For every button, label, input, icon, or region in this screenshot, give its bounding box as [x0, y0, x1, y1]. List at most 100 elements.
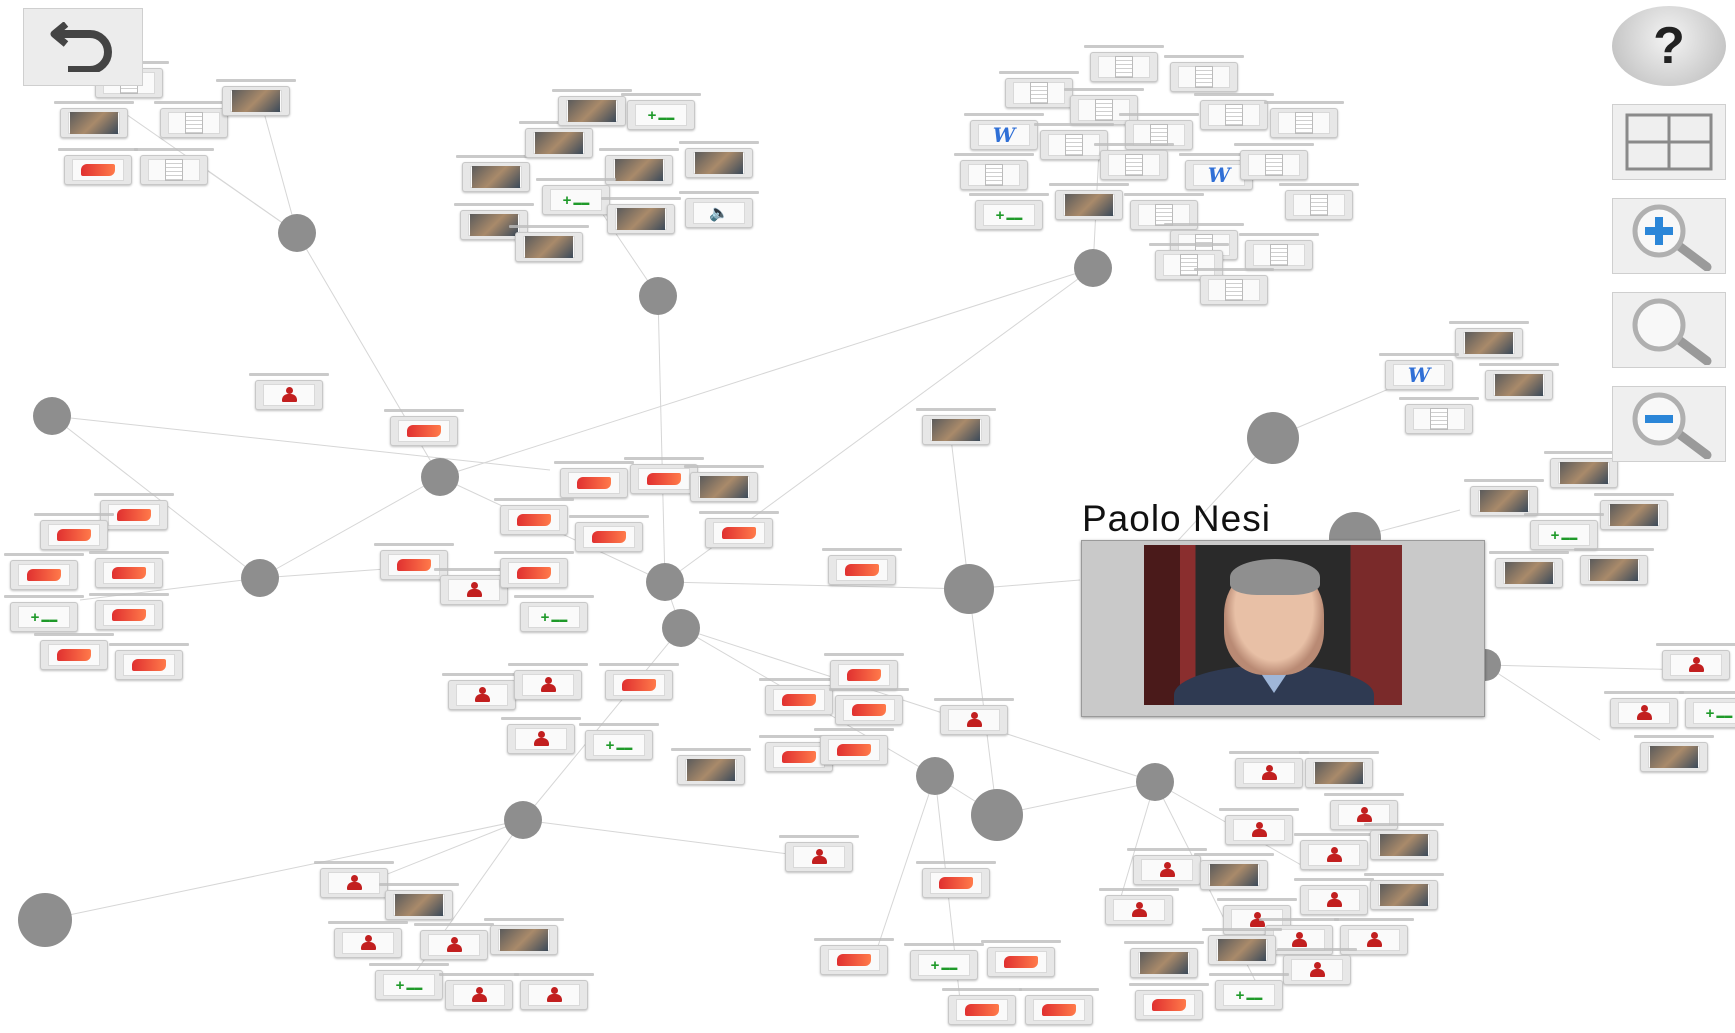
- content-node[interactable]: [1130, 948, 1198, 978]
- content-node[interactable]: [685, 148, 753, 178]
- content-node[interactable]: [1245, 240, 1313, 270]
- zoom-reset-button[interactable]: [1612, 292, 1726, 368]
- content-node[interactable]: [987, 947, 1055, 977]
- content-node[interactable]: [607, 204, 675, 234]
- content-node[interactable]: [1405, 404, 1473, 434]
- content-node[interactable]: + ▬▬: [627, 100, 695, 130]
- content-node[interactable]: [380, 550, 448, 580]
- content-node[interactable]: [160, 108, 228, 138]
- content-node[interactable]: [922, 415, 990, 445]
- graph-node[interactable]: [971, 789, 1023, 841]
- content-node[interactable]: [1455, 328, 1523, 358]
- content-node[interactable]: [10, 560, 78, 590]
- content-node[interactable]: [1305, 758, 1373, 788]
- zoom-in-button[interactable]: [1612, 198, 1726, 274]
- content-node[interactable]: + ▬▬: [585, 730, 653, 760]
- content-node[interactable]: [1200, 860, 1268, 890]
- content-node[interactable]: [1235, 758, 1303, 788]
- content-node[interactable]: [922, 868, 990, 898]
- content-node[interactable]: [500, 505, 568, 535]
- content-node[interactable]: [820, 735, 888, 765]
- content-node[interactable]: + ▬▬: [975, 200, 1043, 230]
- content-node[interactable]: + ▬▬: [10, 602, 78, 632]
- content-node[interactable]: [1270, 108, 1338, 138]
- content-node[interactable]: [820, 945, 888, 975]
- content-node[interactable]: [1300, 840, 1368, 870]
- graph-node[interactable]: [421, 458, 459, 496]
- content-node[interactable]: [222, 86, 290, 116]
- content-node[interactable]: [1090, 52, 1158, 82]
- content-node[interactable]: [677, 755, 745, 785]
- graph-node[interactable]: [278, 214, 316, 252]
- content-node[interactable]: [1370, 880, 1438, 910]
- content-node[interactable]: [1370, 830, 1438, 860]
- content-node[interactable]: + ▬▬: [520, 602, 588, 632]
- content-node[interactable]: [765, 685, 833, 715]
- content-node[interactable]: [520, 980, 588, 1010]
- content-node[interactable]: [507, 724, 575, 754]
- graph-node[interactable]: [1136, 763, 1174, 801]
- help-button[interactable]: ?: [1612, 6, 1726, 86]
- content-node[interactable]: [830, 660, 898, 690]
- content-node[interactable]: [514, 670, 582, 700]
- content-node[interactable]: [462, 162, 530, 192]
- content-node[interactable]: [605, 670, 673, 700]
- content-node[interactable]: + ▬▬: [542, 185, 610, 215]
- content-node[interactable]: [560, 468, 628, 498]
- content-node[interactable]: W: [1385, 360, 1453, 390]
- content-node[interactable]: [390, 416, 458, 446]
- content-node[interactable]: + ▬▬: [1685, 698, 1735, 728]
- content-node[interactable]: [1025, 995, 1093, 1025]
- content-node[interactable]: + ▬▬: [375, 970, 443, 1000]
- content-node[interactable]: [255, 380, 323, 410]
- grid-layout-button[interactable]: [1612, 104, 1726, 180]
- graph-node[interactable]: [1074, 249, 1112, 287]
- content-node[interactable]: [1055, 190, 1123, 220]
- content-node[interactable]: [1100, 150, 1168, 180]
- content-node[interactable]: [64, 155, 132, 185]
- content-node[interactable]: [60, 108, 128, 138]
- content-node[interactable]: + ▬▬: [1215, 980, 1283, 1010]
- graph-node[interactable]: [646, 563, 684, 601]
- content-node[interactable]: [1240, 150, 1308, 180]
- content-node[interactable]: [785, 842, 853, 872]
- content-node[interactable]: [385, 890, 453, 920]
- content-node[interactable]: [525, 128, 593, 158]
- content-node[interactable]: [448, 680, 516, 710]
- content-node[interactable]: [1135, 990, 1203, 1020]
- content-node[interactable]: [420, 930, 488, 960]
- content-node[interactable]: + ▬▬: [910, 950, 978, 980]
- content-node[interactable]: [140, 155, 208, 185]
- content-node[interactable]: [1470, 486, 1538, 516]
- graph-node[interactable]: [504, 801, 542, 839]
- content-node[interactable]: [1200, 100, 1268, 130]
- content-node[interactable]: [558, 96, 626, 126]
- content-node[interactable]: [835, 695, 903, 725]
- graph-node[interactable]: [18, 893, 72, 947]
- content-node[interactable]: [95, 600, 163, 630]
- content-node[interactable]: [1005, 78, 1073, 108]
- content-node[interactable]: 🔈: [685, 198, 753, 228]
- content-node[interactable]: [334, 928, 402, 958]
- content-node[interactable]: [1285, 190, 1353, 220]
- graph-canvas[interactable]: [0, 0, 1735, 1033]
- content-node[interactable]: W: [970, 120, 1038, 150]
- content-node[interactable]: [445, 980, 513, 1010]
- content-node[interactable]: [705, 518, 773, 548]
- graph-node[interactable]: [33, 397, 71, 435]
- back-button[interactable]: [23, 8, 143, 86]
- content-node[interactable]: + ▬▬: [1530, 520, 1598, 550]
- content-node[interactable]: [1610, 698, 1678, 728]
- content-node[interactable]: [1133, 855, 1201, 885]
- content-node[interactable]: [1105, 895, 1173, 925]
- content-node[interactable]: [1200, 275, 1268, 305]
- content-node[interactable]: [115, 650, 183, 680]
- content-node[interactable]: [500, 558, 568, 588]
- content-node[interactable]: [40, 520, 108, 550]
- graph-node[interactable]: [944, 564, 994, 614]
- content-node[interactable]: [948, 995, 1016, 1025]
- content-node[interactable]: [515, 232, 583, 262]
- zoom-out-button[interactable]: [1612, 386, 1726, 462]
- content-node[interactable]: [1640, 742, 1708, 772]
- graph-node[interactable]: [916, 757, 954, 795]
